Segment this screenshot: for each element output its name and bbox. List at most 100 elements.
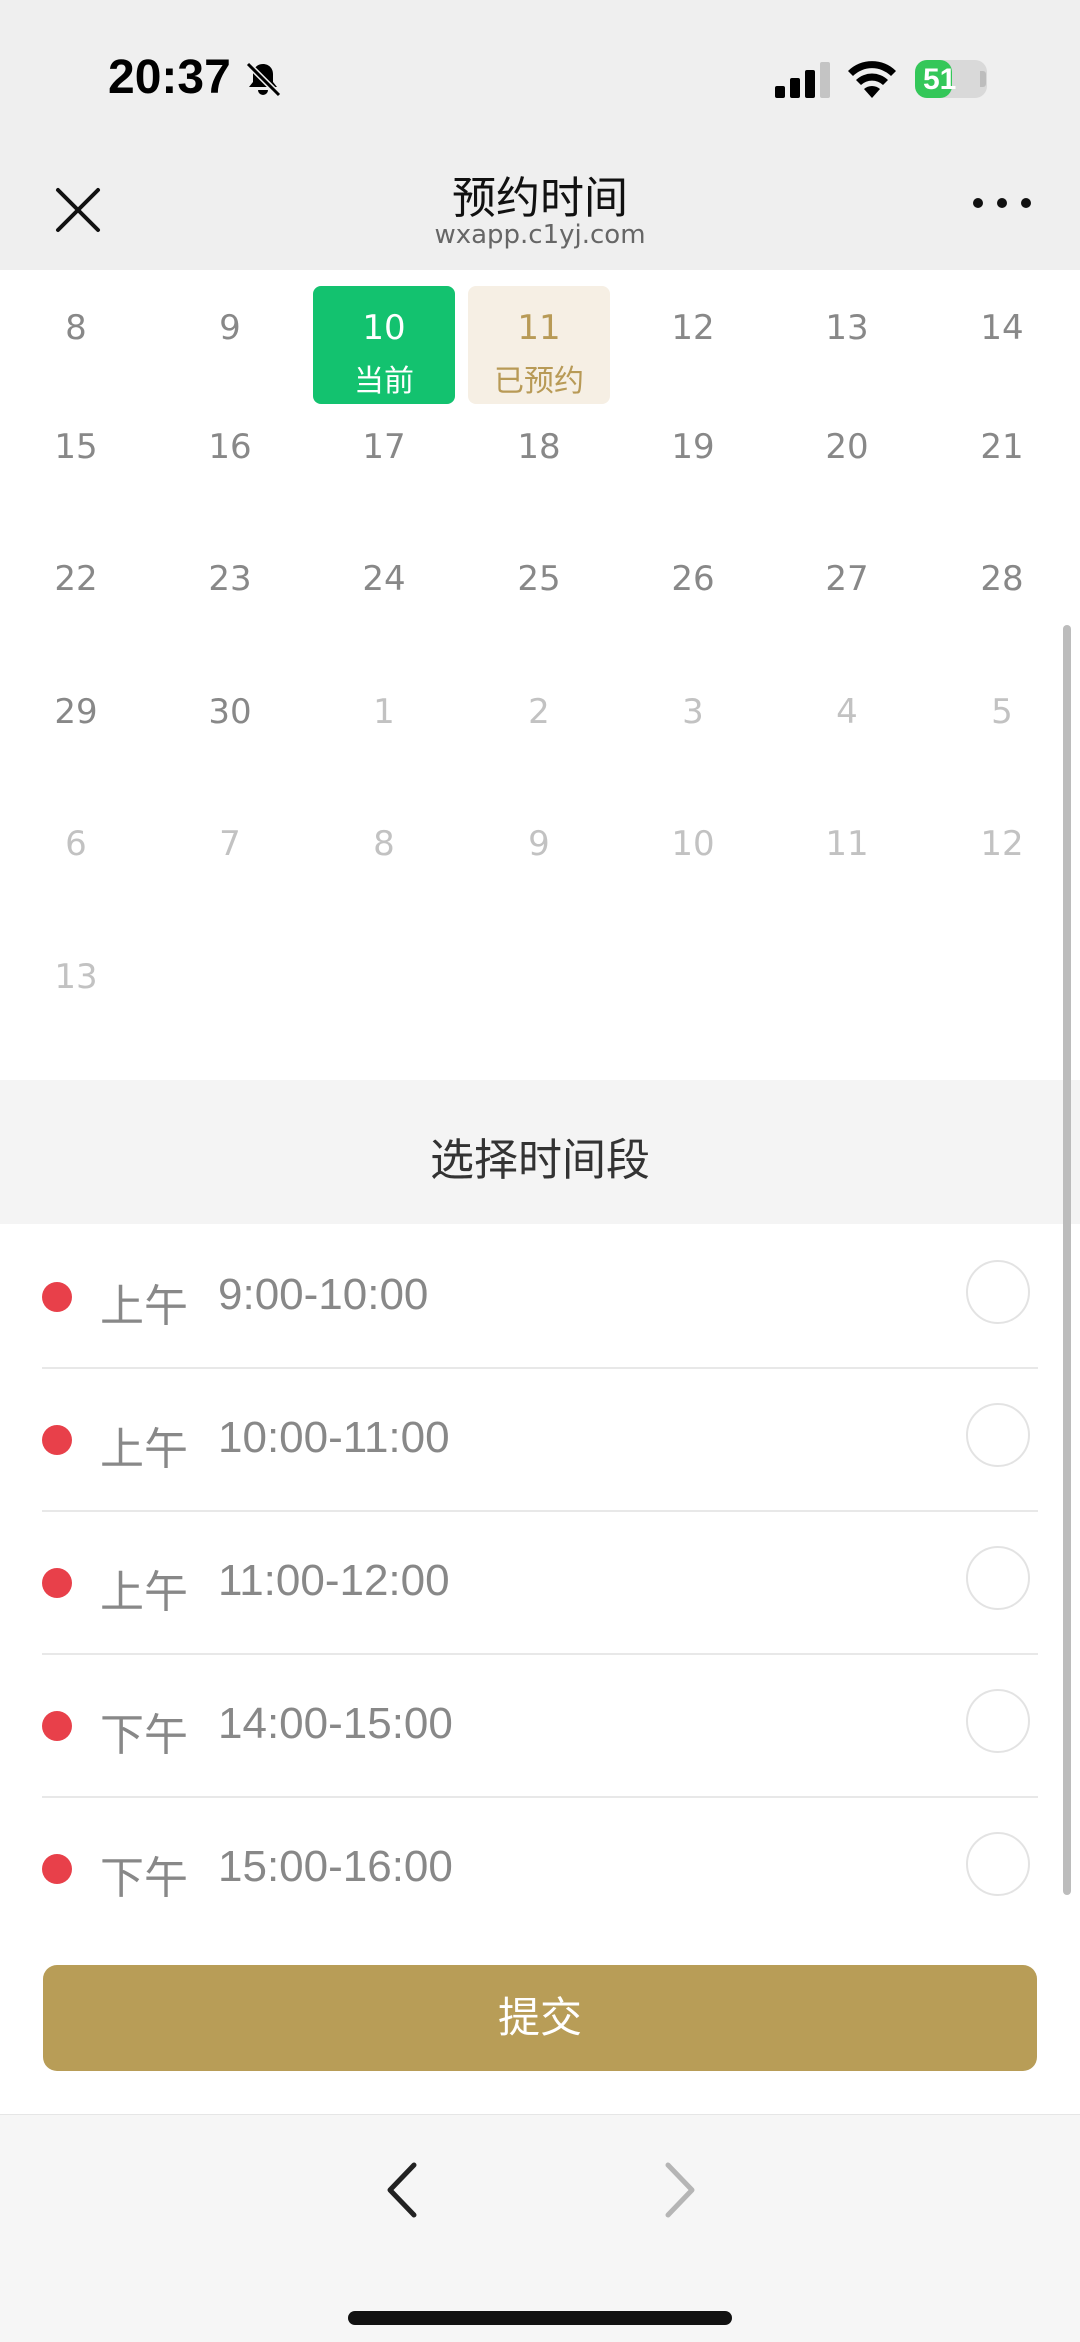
calendar-day-number: 17 — [362, 427, 406, 467]
calendar-day-number: 27 — [825, 559, 869, 599]
page-title: 预约时间 — [452, 173, 628, 224]
calendar-day[interactable]: 20 — [776, 405, 918, 523]
calendar-day[interactable]: 27 — [776, 537, 918, 655]
slot-time-range: 15:00-16:00 — [218, 1842, 453, 1891]
status-time: 20:37 — [108, 51, 231, 104]
calendar-day-number: 23 — [208, 559, 252, 599]
calendar-day[interactable]: 13 — [776, 286, 918, 404]
calendar-day[interactable]: 16 — [159, 405, 301, 523]
calendar-grid: 8 9 10 当前 11 已预约 12 13 14 15 16 17 18 19 20 21 22 23 24 25 2… — [0, 270, 1080, 1080]
calendar-day-number: 10 — [671, 824, 715, 864]
calendar-day-number: 28 — [980, 559, 1024, 599]
calendar-day[interactable]: 17 — [313, 405, 455, 523]
calendar-day[interactable]: 24 — [313, 537, 455, 655]
slot-radio-button[interactable] — [966, 1260, 1030, 1324]
calendar-day-number: 2 — [528, 692, 550, 732]
calendar-day[interactable]: 28 — [931, 537, 1073, 655]
calendar-day[interactable]: 8 — [313, 802, 455, 920]
calendar-day-number: 12 — [671, 308, 715, 348]
calendar-day[interactable]: 3 — [622, 670, 764, 788]
bottom-nav-bar — [0, 2114, 1080, 2342]
slot-time-range: 11:00-12:00 — [218, 1556, 450, 1605]
calendar-day[interactable]: 1 — [313, 670, 455, 788]
calendar-day[interactable]: 13 — [5, 935, 147, 1053]
time-slot[interactable]: 上午 9:00-10:00 — [42, 1224, 1038, 1369]
bell-mute-icon — [245, 61, 282, 98]
calendar-day-number: 16 — [208, 427, 252, 467]
calendar-day[interactable]: 9 — [468, 802, 610, 920]
slot-period: 上午 — [100, 1424, 188, 1475]
calendar-day[interactable]: 6 — [5, 802, 147, 920]
scrollbar[interactable] — [1063, 625, 1071, 1895]
calendar-day[interactable]: 4 — [776, 670, 918, 788]
calendar-day-number: 12 — [980, 824, 1024, 864]
calendar-day[interactable]: 22 — [5, 537, 147, 655]
calendar-day[interactable]: 2 — [468, 670, 610, 788]
calendar-day[interactable]: 14 — [931, 286, 1073, 404]
calendar-day[interactable]: 29 — [5, 670, 147, 788]
calendar-day-number: 13 — [54, 957, 98, 997]
calendar-day[interactable]: 12 — [931, 802, 1073, 920]
calendar-day-number: 3 — [682, 692, 704, 732]
calendar-day[interactable]: 19 — [622, 405, 764, 523]
slot-status-dot-icon — [42, 1282, 72, 1312]
nav-bar: 预约时间 wxapp.c1yj.com — [0, 140, 1080, 270]
battery-cap — [980, 71, 986, 87]
calendar-day[interactable]: 5 — [931, 670, 1073, 788]
more-icon[interactable] — [970, 188, 1034, 218]
calendar-day[interactable]: 8 — [5, 286, 147, 404]
slot-status-dot-icon — [42, 1711, 72, 1741]
slot-radio-button[interactable] — [966, 1546, 1030, 1610]
calendar-day-booked[interactable]: 11 已预约 — [468, 286, 610, 404]
slot-radio-button[interactable] — [966, 1403, 1030, 1467]
calendar-day-number: 20 — [825, 427, 869, 467]
calendar-day-number: 30 — [208, 692, 252, 732]
calendar-day-number: 29 — [54, 692, 98, 732]
calendar-day-number: 13 — [825, 308, 869, 348]
calendar-day[interactable]: 26 — [622, 537, 764, 655]
calendar-day[interactable]: 23 — [159, 537, 301, 655]
slot-period: 上午 — [100, 1281, 188, 1332]
calendar-day[interactable]: 21 — [931, 405, 1073, 523]
slot-radio-button[interactable] — [966, 1689, 1030, 1753]
calendar-day[interactable]: 11 — [776, 802, 918, 920]
time-slot[interactable]: 下午 15:00-16:00 — [42, 1796, 1038, 1939]
calendar-day-number: 14 — [980, 308, 1024, 348]
slot-period: 上午 — [100, 1567, 188, 1618]
calendar-day[interactable]: 15 — [5, 405, 147, 523]
calendar-day[interactable]: 30 — [159, 670, 301, 788]
section-header: 选择时间段 — [0, 1080, 1080, 1224]
calendar-day[interactable]: 10 — [622, 802, 764, 920]
slot-status-dot-icon — [42, 1568, 72, 1598]
calendar-day-number: 21 — [980, 427, 1024, 467]
time-slot[interactable]: 上午 11:00-12:00 — [42, 1510, 1038, 1655]
calendar-day-number: 9 — [219, 308, 241, 348]
time-slot[interactable]: 上午 10:00-11:00 — [42, 1367, 1038, 1512]
slot-period: 下午 — [100, 1853, 188, 1904]
calendar-day[interactable]: 7 — [159, 802, 301, 920]
battery-level: 51 — [923, 63, 957, 96]
calendar-day-number: 25 — [517, 559, 561, 599]
calendar-day-number: 15 — [54, 427, 98, 467]
submit-button[interactable]: 提交 — [43, 1965, 1037, 2071]
calendar-day-number: 8 — [373, 824, 395, 864]
chevron-left-icon[interactable] — [380, 2155, 424, 2225]
calendar-day-number: 1 — [373, 692, 395, 732]
calendar-day-number: 8 — [65, 308, 87, 348]
chevron-right-icon[interactable] — [658, 2155, 702, 2225]
calendar-day[interactable]: 18 — [468, 405, 610, 523]
time-slot[interactable]: 下午 14:00-15:00 — [42, 1653, 1038, 1798]
calendar-day-number: 18 — [517, 427, 561, 467]
calendar-day[interactable]: 12 — [622, 286, 764, 404]
calendar-day[interactable]: 9 — [159, 286, 301, 404]
calendar-day[interactable]: 25 — [468, 537, 610, 655]
calendar-day-current[interactable]: 10 当前 — [313, 286, 455, 404]
calendar-day-number: 6 — [65, 824, 87, 864]
section-title: 选择时间段 — [430, 1135, 650, 1186]
slot-status-dot-icon — [42, 1425, 72, 1455]
calendar-day-status: 已预约 — [494, 364, 584, 399]
calendar-day-number: 11 — [517, 308, 561, 348]
slot-time-range: 9:00-10:00 — [218, 1270, 429, 1319]
slot-radio-button[interactable] — [966, 1832, 1030, 1896]
slot-time-range: 10:00-11:00 — [218, 1413, 450, 1462]
